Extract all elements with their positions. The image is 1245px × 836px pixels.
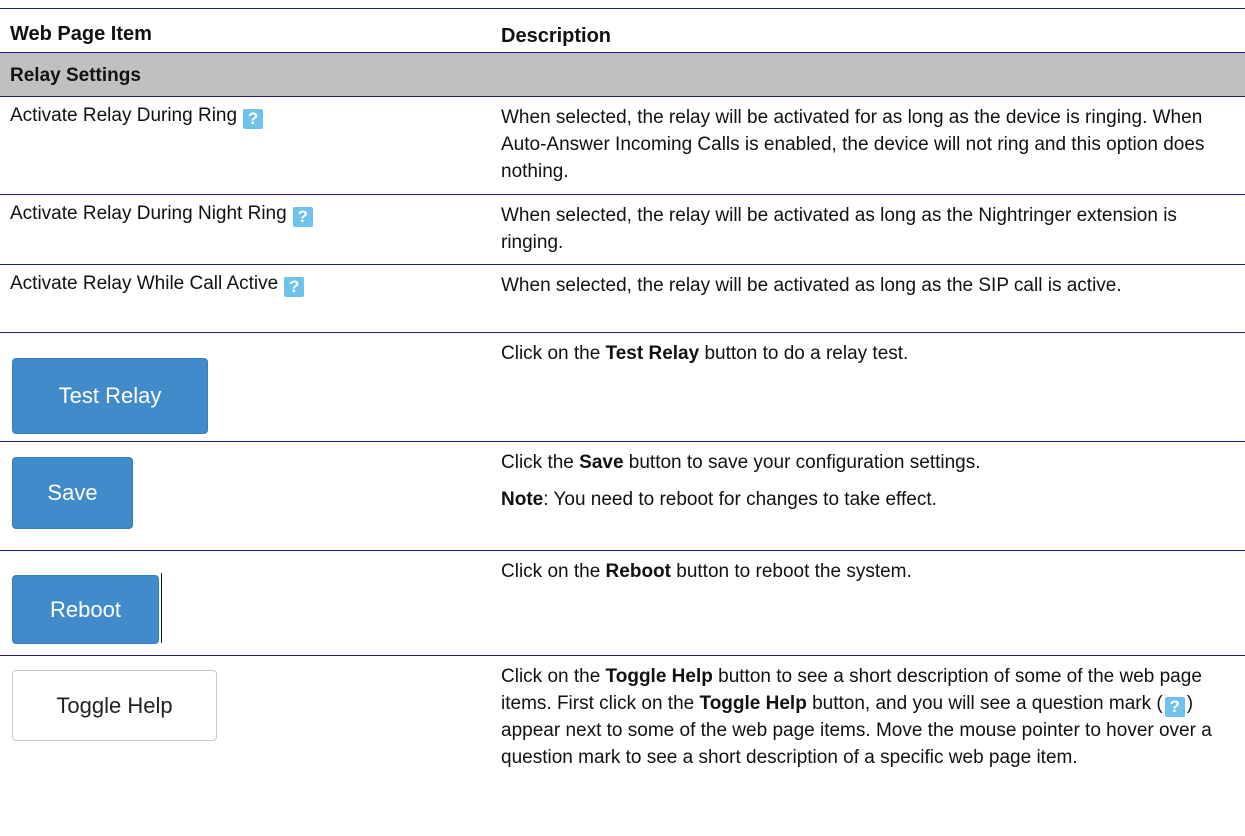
note-label: Note bbox=[501, 489, 544, 510]
web-page-items-table: Web Page Item Description Relay Settings… bbox=[0, 0, 1245, 805]
table-row: Reboot Click on the Reboot button to reb… bbox=[0, 550, 1245, 655]
help-question-icon[interactable]: ? bbox=[284, 277, 305, 297]
desc-text: button to save your configuration settin… bbox=[623, 452, 981, 473]
item-activate-relay-while-call-active: Activate Relay While Call Active? bbox=[10, 273, 305, 297]
desc-text: Click the bbox=[501, 452, 580, 473]
table-header: Web Page Item Description bbox=[0, 8, 1245, 52]
section-title: Relay Settings bbox=[10, 65, 141, 86]
test-relay-button[interactable]: Test Relay bbox=[12, 358, 208, 434]
description-cell: When selected, the relay will be activat… bbox=[501, 107, 1205, 182]
note-text: : You need to reboot for changes to take… bbox=[543, 489, 937, 510]
help-question-icon[interactable]: ? bbox=[243, 109, 264, 129]
header-web-page-item: Web Page Item bbox=[10, 23, 152, 45]
desc-text: Click on the bbox=[501, 343, 606, 364]
description-cell: Click on the Toggle Help button to see a… bbox=[501, 663, 1227, 771]
description-cell: Click the Save button to save your confi… bbox=[501, 449, 1227, 513]
desc-bold: Reboot bbox=[605, 561, 671, 582]
header-description: Description bbox=[501, 25, 612, 47]
reboot-button[interactable]: Reboot bbox=[12, 575, 159, 644]
description-cell: Click on the Test Relay button to do a r… bbox=[501, 340, 1227, 367]
description-cell: Click on the Reboot button to reboot the… bbox=[501, 558, 1227, 585]
desc-text: Click on the bbox=[501, 561, 606, 582]
table-row: Toggle Help Click on the Toggle Help but… bbox=[0, 655, 1245, 805]
item-activate-relay-during-ring: Activate Relay During Ring? bbox=[10, 105, 264, 129]
item-label: Activate Relay During Night Ring bbox=[10, 203, 287, 224]
help-question-icon[interactable]: ? bbox=[292, 207, 313, 227]
save-button[interactable]: Save bbox=[12, 457, 133, 529]
desc-text: Click on the bbox=[501, 666, 606, 687]
table-row: Activate Relay During Ring? When selecte… bbox=[0, 96, 1245, 194]
desc-text: button, and you will see a question mark… bbox=[806, 693, 1163, 714]
desc-bold: Toggle Help bbox=[699, 693, 807, 714]
note-paragraph: Note: You need to reboot for changes to … bbox=[501, 486, 1227, 513]
description-cell: When selected, the relay will be activat… bbox=[501, 275, 1122, 296]
desc-text: button to reboot the system. bbox=[670, 561, 912, 582]
desc-bold: Save bbox=[579, 452, 624, 473]
item-label: Activate Relay During Ring bbox=[10, 105, 238, 126]
toggle-help-button[interactable]: Toggle Help bbox=[12, 670, 217, 741]
table-row: Activate Relay While Call Active? When s… bbox=[0, 264, 1245, 332]
desc-bold: Toggle Help bbox=[605, 666, 713, 687]
desc-bold: Test Relay bbox=[605, 343, 700, 364]
help-question-icon: ? bbox=[1164, 697, 1185, 717]
item-activate-relay-during-night-ring: Activate Relay During Night Ring? bbox=[10, 203, 313, 227]
desc-text: button to do a relay test. bbox=[699, 343, 909, 364]
divider bbox=[161, 573, 162, 643]
section-relay-settings: Relay Settings bbox=[0, 52, 1245, 96]
desc-paragraph: Click the Save button to save your confi… bbox=[501, 449, 1227, 476]
description-cell: When selected, the relay will be activat… bbox=[501, 205, 1177, 253]
table-row: Save Click the Save button to save your … bbox=[0, 441, 1245, 550]
table-row: Activate Relay During Night Ring? When s… bbox=[0, 194, 1245, 264]
item-label: Activate Relay While Call Active bbox=[10, 273, 279, 294]
table-row: Test Relay Click on the Test Relay butto… bbox=[0, 332, 1245, 441]
